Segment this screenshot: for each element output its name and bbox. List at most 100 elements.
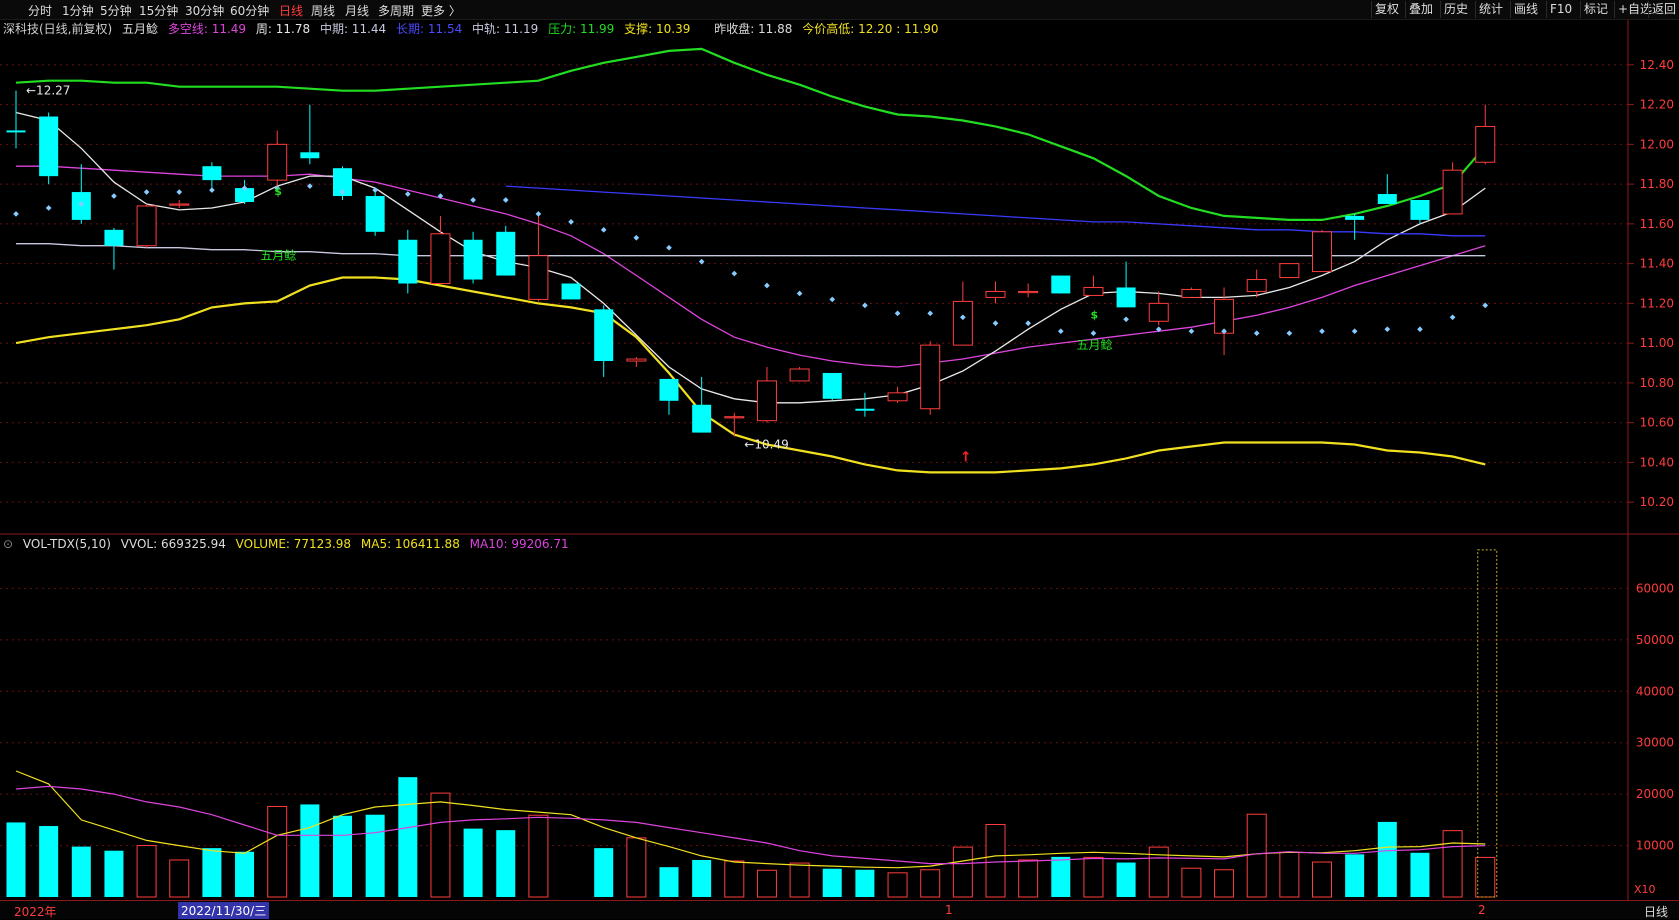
tab-2[interactable]: 5分钟 bbox=[100, 2, 132, 19]
candle-body bbox=[756, 380, 777, 422]
vol-line-MA10 bbox=[15, 785, 1486, 865]
vol-tick-label: 40000 bbox=[1636, 684, 1674, 698]
toolbar-button-0[interactable]: 复权 bbox=[1371, 1, 1402, 18]
toolbar-button-6[interactable]: 标记 bbox=[1580, 1, 1611, 18]
volume-bar bbox=[626, 837, 647, 898]
date-axis-bar: 2022年 2022/11/30/三 1 2 日线 bbox=[0, 900, 1679, 919]
dot bbox=[111, 193, 117, 199]
grid-lines bbox=[0, 20, 1679, 900]
candle-body bbox=[920, 344, 941, 410]
dot bbox=[404, 191, 411, 197]
candle-body bbox=[561, 283, 581, 300]
vvol-value: VVOL: 669325.94 bbox=[120, 537, 226, 551]
y-tick-label: 12.20 bbox=[1640, 98, 1674, 112]
candle-body bbox=[104, 229, 124, 246]
line-多空线 bbox=[16, 165, 1486, 368]
tab-10[interactable]: 更多 〉 bbox=[421, 2, 461, 19]
volume-bar bbox=[1051, 856, 1071, 897]
line-压力 bbox=[15, 47, 1487, 221]
candle-body bbox=[6, 130, 26, 133]
candle-body bbox=[1083, 286, 1104, 296]
volume-bar bbox=[365, 814, 385, 897]
toolbar-button-1[interactable]: 叠加 bbox=[1405, 1, 1436, 18]
line-长期 bbox=[505, 185, 1486, 237]
month-mark-2: 2 bbox=[1478, 903, 1486, 917]
dot bbox=[1057, 328, 1064, 335]
toolbar-button-2[interactable]: 历史 bbox=[1440, 1, 1471, 18]
volume-bar bbox=[136, 845, 157, 898]
dot bbox=[796, 290, 803, 297]
volume-bar bbox=[169, 859, 190, 898]
volume-bar bbox=[1214, 869, 1235, 898]
stock-chart[interactable]: 10.20 10.40 10.60 10.80 11.00 11.20 11.40 11.60… bbox=[0, 0, 1679, 918]
candle-body bbox=[594, 309, 614, 362]
volume-bar bbox=[692, 859, 712, 897]
stock-title[interactable]: 深科技(日线,前复权) bbox=[3, 22, 112, 36]
candle-body bbox=[855, 408, 875, 411]
dot bbox=[45, 205, 52, 211]
y-tick-label: 11.20 bbox=[1640, 296, 1674, 310]
duokong-value: 多空线: 11.49 bbox=[167, 22, 247, 36]
dot bbox=[241, 185, 248, 191]
dot bbox=[894, 310, 901, 317]
candle-body bbox=[789, 368, 810, 382]
dot bbox=[274, 185, 281, 191]
dot bbox=[992, 320, 999, 327]
zhonggui-value: 中轨: 11.19 bbox=[472, 22, 539, 36]
candle-body bbox=[985, 290, 1006, 298]
collapse-icon[interactable]: ⊙ bbox=[3, 537, 13, 551]
candle-body bbox=[1279, 263, 1300, 279]
volume-bar bbox=[1181, 867, 1202, 898]
tab-1[interactable]: 1分钟 bbox=[62, 2, 94, 19]
volume-bar bbox=[1475, 856, 1496, 898]
tab-7[interactable]: 周线 bbox=[311, 2, 335, 19]
candle-body bbox=[692, 404, 712, 433]
volume-bar bbox=[1345, 854, 1365, 897]
volume-bar bbox=[1312, 861, 1332, 898]
tab-6[interactable]: 日线 bbox=[279, 2, 303, 19]
volume-bar bbox=[202, 848, 222, 897]
toolbar-button-3[interactable]: 统计 bbox=[1475, 1, 1506, 18]
dot bbox=[1319, 328, 1325, 335]
indicator-name[interactable]: 五月鲶 bbox=[122, 22, 158, 36]
dot bbox=[1025, 320, 1031, 327]
line-支撑 bbox=[15, 276, 1486, 474]
volume-bar bbox=[1442, 830, 1463, 898]
volume-bar bbox=[985, 823, 1006, 898]
tab-5[interactable]: 60分钟 bbox=[230, 2, 269, 19]
tab-9[interactable]: 多周期 bbox=[378, 2, 414, 19]
volume-bar bbox=[496, 830, 516, 897]
annotation: 五月鲶 bbox=[260, 249, 296, 263]
zhongqi-value: 中期: 11.44 bbox=[319, 22, 387, 36]
toolbar-button-5[interactable]: F10 bbox=[1546, 1, 1575, 18]
dot bbox=[13, 211, 19, 217]
dot bbox=[209, 187, 215, 193]
dot bbox=[731, 270, 738, 277]
vol-line-VOLUME bbox=[15, 770, 1486, 869]
marker-icon: $ bbox=[1090, 308, 1098, 321]
vol-tick-label: 30000 bbox=[1636, 736, 1674, 750]
dot bbox=[176, 189, 183, 195]
volume-bar bbox=[952, 846, 973, 898]
candle-body bbox=[528, 255, 549, 300]
annotation: 五月鲶 bbox=[1076, 338, 1112, 352]
candle-body bbox=[169, 203, 190, 206]
toolbar-button-8[interactable]: 返回 bbox=[1648, 1, 1679, 18]
vol-indicator-name[interactable]: VOL-TDX(5,10) bbox=[23, 537, 111, 551]
month-mark-1: 1 bbox=[945, 903, 953, 917]
volume-bar bbox=[6, 822, 26, 897]
vol-tick-label: 10000 bbox=[1636, 839, 1674, 853]
estimated-volume-bar bbox=[1477, 549, 1498, 898]
volume-bar bbox=[887, 872, 908, 898]
volume-bar bbox=[235, 851, 255, 897]
tab-3[interactable]: 15分钟 bbox=[139, 2, 178, 19]
todayhl-value: 今价高低: 12.20 : 11.90 bbox=[802, 22, 939, 36]
selected-date[interactable]: 2022/11/30/三 bbox=[178, 902, 270, 919]
volume-bar bbox=[1018, 859, 1039, 898]
tab-8[interactable]: 月线 bbox=[345, 2, 369, 19]
volume-bar bbox=[822, 868, 842, 897]
tab-0[interactable]: 分时 bbox=[28, 2, 52, 19]
tab-4[interactable]: 30分钟 bbox=[185, 2, 224, 19]
toolbar-button-4[interactable]: 画线 bbox=[1510, 1, 1541, 18]
volume-bar bbox=[789, 862, 810, 898]
